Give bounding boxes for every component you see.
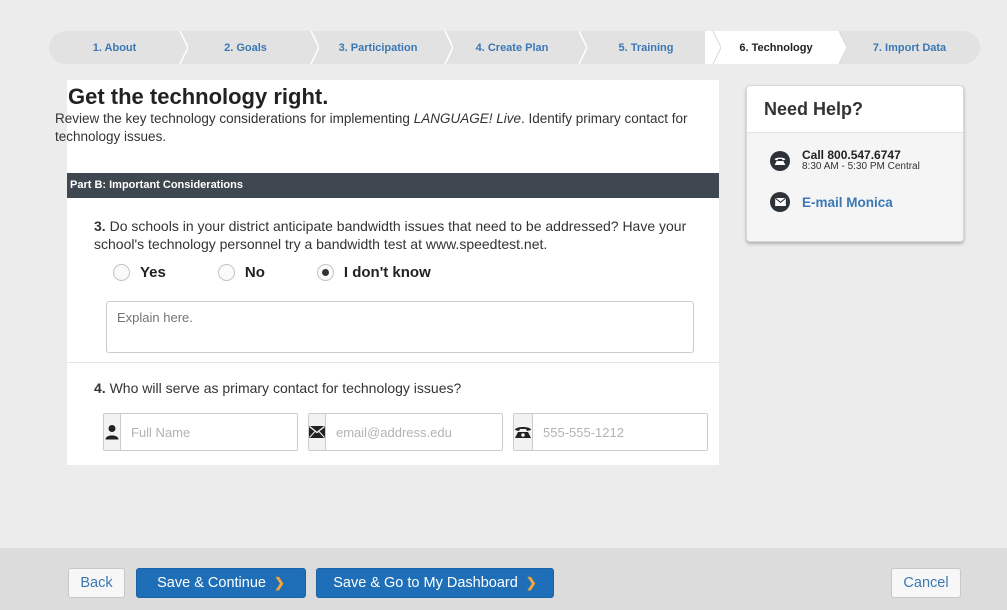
step-label: 4. Create Plan [475, 41, 549, 54]
radio-circle-selected[interactable] [316, 264, 334, 281]
step-participation[interactable]: 3. Participation [311, 31, 453, 64]
help-email-row[interactable]: E-mail Monica [770, 192, 893, 212]
step-create-plan[interactable]: 4. Create Plan [445, 31, 587, 64]
radio-no[interactable]: No [217, 264, 265, 281]
page-title: Get the technology right. [68, 84, 329, 109]
divider [67, 362, 719, 363]
step-label: 5. Training [618, 41, 674, 54]
radio-dont-know[interactable]: I don't know [316, 264, 431, 281]
envelope-circle-icon [770, 192, 790, 212]
page-subtitle: Review the key technology considerations… [55, 110, 715, 146]
step-separator [437, 31, 453, 64]
chevron-right-icon: ❯ [525, 575, 537, 590]
question-3: 3. Do schools in your district anticipat… [94, 217, 714, 253]
email-input[interactable] [326, 414, 512, 450]
bandwidth-radio-group: Yes No I don't know [113, 264, 483, 281]
step-separator [705, 31, 721, 64]
step-label: 6. Technology [739, 41, 813, 54]
step-about[interactable]: 1. About [49, 31, 188, 64]
product-name: LANGUAGE! Live [413, 111, 521, 126]
step-goals[interactable]: 2. Goals [180, 31, 319, 64]
step-label: 2. Goals [224, 41, 267, 54]
save-dashboard-button[interactable]: Save & Go to My Dashboard ❯ [316, 568, 554, 598]
chevron-right-icon: ❯ [273, 575, 285, 590]
full-name-field[interactable] [103, 413, 307, 451]
envelope-icon [309, 414, 326, 450]
button-label: Save & Go to My Dashboard [333, 575, 518, 591]
help-box: Need Help? Call 800.547.6747 8:30 AM - 5… [746, 85, 964, 242]
radio-label: I don't know [343, 264, 431, 281]
help-call-row: Call 800.547.6747 8:30 AM - 5:30 PM Cent… [770, 149, 920, 172]
help-title: Need Help? [747, 86, 963, 133]
button-label: Save & Continue [157, 575, 266, 591]
question-text: Who will serve as primary contact for te… [109, 380, 462, 396]
explain-textarea[interactable] [106, 301, 694, 353]
help-call-text: Call 800.547.6747 8:30 AM - 5:30 PM Cent… [802, 149, 920, 172]
help-call-number: Call 800.547.6747 [802, 148, 901, 162]
wizard-stepper: 1. About 2. Goals 3. Participation 4. Cr… [49, 31, 980, 64]
section-header: Part B: Important Considerations [67, 173, 719, 198]
cancel-button[interactable]: Cancel [891, 568, 961, 598]
step-label: 1. About [92, 41, 137, 54]
radio-label: No [244, 264, 265, 281]
question-4: 4. Who will serve as primary contact for… [94, 380, 461, 396]
radio-circle[interactable] [217, 264, 235, 281]
user-icon [104, 414, 121, 450]
full-name-input[interactable] [121, 414, 307, 450]
back-button[interactable]: Back [68, 568, 125, 598]
step-training[interactable]: 5. Training [579, 31, 721, 64]
subtitle-text: Review the key technology considerations… [55, 111, 414, 126]
step-label: 3. Participation [338, 41, 418, 54]
phone-input[interactable] [533, 414, 719, 450]
phone-icon [514, 414, 533, 450]
radio-label: Yes [140, 264, 166, 281]
step-separator [303, 31, 319, 64]
question-number: 3. [94, 218, 106, 234]
step-import-data[interactable]: 7. Import Data [839, 31, 980, 64]
phone-field[interactable] [513, 413, 719, 451]
phone-circle-icon [770, 150, 790, 171]
email-field[interactable] [308, 413, 512, 451]
help-call-hours: 8:30 AM - 5:30 PM Central [802, 161, 920, 172]
step-separator [831, 31, 847, 64]
step-separator [172, 31, 188, 64]
question-number: 4. [94, 380, 106, 396]
radio-yes[interactable]: Yes [113, 264, 166, 281]
save-continue-button[interactable]: Save & Continue ❯ [136, 568, 306, 598]
step-technology[interactable]: 6. Technology [713, 31, 847, 64]
email-monica-link[interactable]: E-mail Monica [802, 195, 893, 210]
question-text: Do schools in your district anticipate b… [94, 218, 687, 252]
radio-circle[interactable] [113, 264, 130, 281]
step-separator [571, 31, 587, 64]
step-label: 7. Import Data [872, 41, 947, 54]
